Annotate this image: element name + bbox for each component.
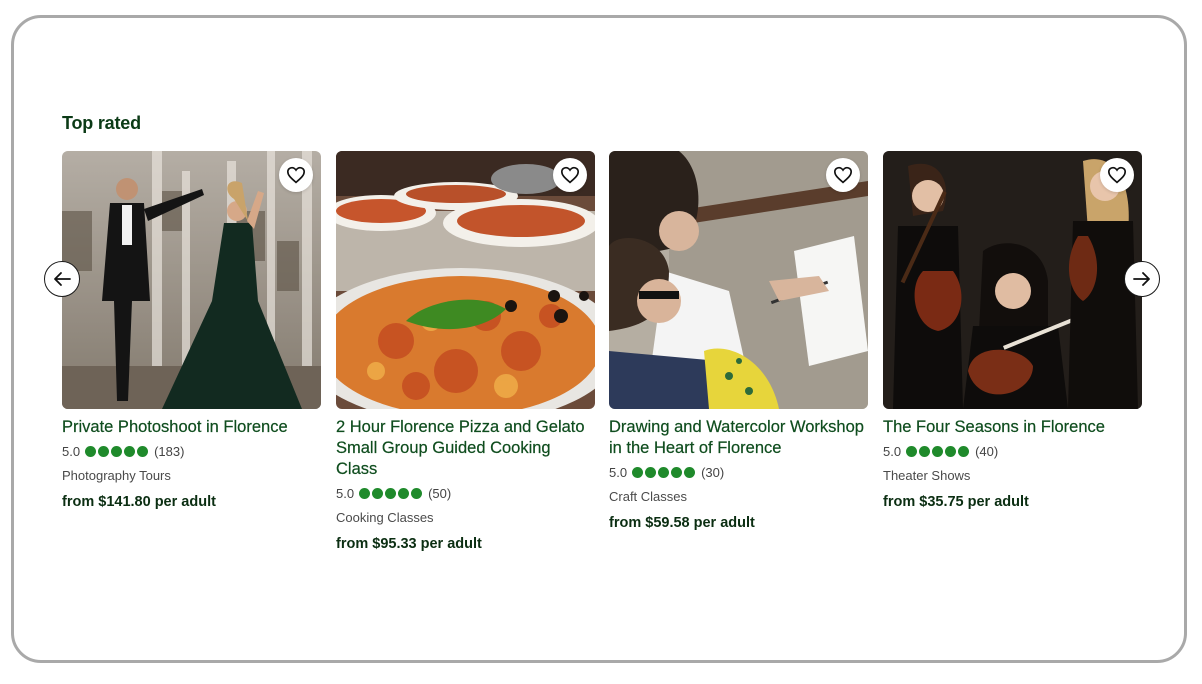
rating-bubble-icon xyxy=(85,445,97,457)
rating-bubble-icon xyxy=(958,445,970,457)
arrow-left-icon xyxy=(54,272,71,286)
rating-score: 5.0 xyxy=(609,464,628,480)
rating-bubble-icon xyxy=(671,466,683,478)
carousel-next-button[interactable] xyxy=(1124,261,1160,297)
section-title: Top rated xyxy=(62,113,141,133)
drawing-photo[interactable] xyxy=(609,151,868,409)
rating-bubble-icon xyxy=(385,487,397,499)
card-price: from $35.75 per adult xyxy=(883,494,1029,510)
card-price: from $95.33 per adult xyxy=(336,536,482,552)
product-card[interactable]: The Four Seasons in Florence 5.0 (40) Th… xyxy=(883,151,1142,510)
rating-row: 5.0 (40) xyxy=(883,442,1142,460)
rating-bubble-icon xyxy=(98,445,110,457)
rating-bubble-icon xyxy=(945,445,957,457)
rating-bubble-icon xyxy=(359,487,371,499)
card-title[interactable]: Drawing and Watercolor Workshop in the H… xyxy=(609,417,868,459)
drawing-image xyxy=(609,151,868,409)
product-card[interactable]: Private Photoshoot in Florence 5.0 (183)… xyxy=(62,151,321,510)
rating-bubble-icon xyxy=(919,445,931,457)
card-category: Photography Tours xyxy=(62,468,171,483)
rating-bubble-icon xyxy=(658,466,670,478)
rating-bubble-icon xyxy=(906,445,918,457)
rating-row: 5.0 (50) xyxy=(336,484,595,502)
card-price: from $59.58 per adult xyxy=(609,515,755,531)
rating-bubbles xyxy=(906,445,970,457)
rating-bubbles xyxy=(359,487,423,499)
card-category: Craft Classes xyxy=(609,489,688,504)
rating-row: 5.0 (183) xyxy=(62,442,321,460)
review-count: (30) xyxy=(701,464,725,480)
card-category: Theater Shows xyxy=(883,468,971,483)
violinists-image xyxy=(883,151,1142,409)
heart-icon xyxy=(1107,166,1127,184)
rating-bubble-icon xyxy=(111,445,123,457)
arrow-right-icon xyxy=(1133,272,1150,286)
favorite-button[interactable] xyxy=(1100,158,1134,192)
rating-bubble-icon xyxy=(372,487,384,499)
heart-icon xyxy=(286,166,306,184)
rating-bubble-icon xyxy=(932,445,944,457)
rating-bubbles xyxy=(85,445,149,457)
favorite-button[interactable] xyxy=(826,158,860,192)
review-count: (183) xyxy=(154,443,185,459)
rating-bubble-icon xyxy=(632,466,644,478)
rating-bubbles xyxy=(632,466,696,478)
rating-row: 5.0 (30) xyxy=(609,463,868,481)
rating-score: 5.0 xyxy=(62,443,81,459)
rating-bubble-icon xyxy=(411,487,423,499)
review-count: (40) xyxy=(975,443,999,459)
card-title[interactable]: The Four Seasons in Florence xyxy=(883,417,1142,438)
rating-score: 5.0 xyxy=(336,485,355,501)
heart-icon xyxy=(833,166,853,184)
rating-bubble-icon xyxy=(124,445,136,457)
rating-bubble-icon xyxy=(684,466,696,478)
card-category: Cooking Classes xyxy=(336,510,434,525)
card-price: from $141.80 per adult xyxy=(62,494,216,510)
pizza-photo[interactable] xyxy=(336,151,595,409)
favorite-button[interactable] xyxy=(553,158,587,192)
rating-bubble-icon xyxy=(398,487,410,499)
violinists-photo[interactable] xyxy=(883,151,1142,409)
card-title[interactable]: Private Photoshoot in Florence xyxy=(62,417,321,438)
heart-icon xyxy=(560,166,580,184)
carousel-prev-button[interactable] xyxy=(44,261,80,297)
rating-bubble-icon xyxy=(645,466,657,478)
card-title[interactable]: 2 Hour Florence Pizza and Gelato Small G… xyxy=(336,417,595,480)
rating-bubble-icon xyxy=(137,445,149,457)
review-count: (50) xyxy=(428,485,452,501)
photoshoot-photo[interactable] xyxy=(62,151,321,409)
pizza-image xyxy=(336,151,595,409)
product-card[interactable]: 2 Hour Florence Pizza and Gelato Small G… xyxy=(336,151,595,552)
favorite-button[interactable] xyxy=(279,158,313,192)
rating-score: 5.0 xyxy=(883,443,902,459)
photoshoot-image xyxy=(62,151,321,409)
product-card[interactable]: Drawing and Watercolor Workshop in the H… xyxy=(609,151,868,531)
